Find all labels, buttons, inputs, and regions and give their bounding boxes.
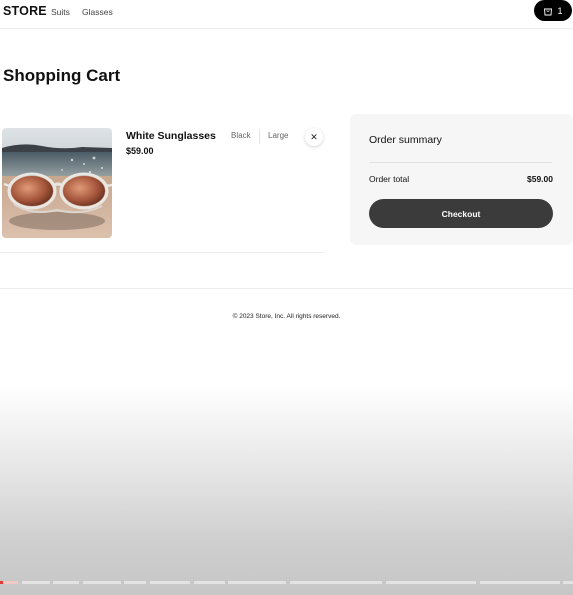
order-summary-panel: Order summary Order total $59.00 Checkou…	[350, 114, 573, 245]
progress-segment	[83, 581, 121, 584]
footer-divider	[0, 288, 573, 289]
progress-segment	[53, 581, 79, 584]
footer-copyright: © 2023 Store, Inc. All rights reserved.	[232, 313, 341, 320]
product-image[interactable]	[2, 128, 112, 238]
sunglasses-image	[2, 128, 112, 238]
cart-count: 1	[557, 5, 563, 16]
top-nav: STORE Suits Glasses 1	[0, 0, 573, 29]
order-summary-title: Order summary	[369, 134, 442, 146]
cart-button[interactable]: 1	[534, 0, 572, 21]
shopping-bag-icon	[544, 8, 553, 15]
remove-item-button[interactable]: ✕	[305, 128, 323, 146]
checkout-button[interactable]: Checkout	[369, 199, 553, 228]
progress-segment	[124, 581, 146, 584]
close-icon: ✕	[310, 131, 318, 142]
nav-link-glasses[interactable]: Glasses	[82, 7, 113, 17]
progress-segment	[480, 581, 560, 584]
item-attribute-divider	[259, 129, 260, 144]
progress-segment	[228, 581, 286, 584]
order-total-value: $59.00	[527, 174, 553, 184]
item-color: Black	[231, 131, 251, 140]
progress-segment	[194, 581, 225, 584]
nav-link-suits[interactable]: Suits	[51, 7, 70, 17]
item-divider-line	[0, 252, 324, 253]
progress-segment	[386, 581, 476, 584]
item-size: Large	[268, 131, 289, 140]
page-title: Shopping Cart	[3, 66, 121, 85]
item-name[interactable]: White Sunglasses	[126, 130, 216, 142]
item-price: $59.00	[126, 146, 154, 156]
progress-segment	[290, 581, 382, 584]
order-total-label: Order total	[369, 174, 410, 184]
progress-segment	[22, 581, 50, 584]
progress-segment	[3, 581, 18, 584]
store-logo[interactable]: STORE	[3, 4, 47, 18]
progress-segment	[563, 581, 573, 584]
summary-divider	[369, 162, 552, 163]
progress-bar	[0, 581, 573, 584]
progress-segment	[150, 581, 190, 584]
